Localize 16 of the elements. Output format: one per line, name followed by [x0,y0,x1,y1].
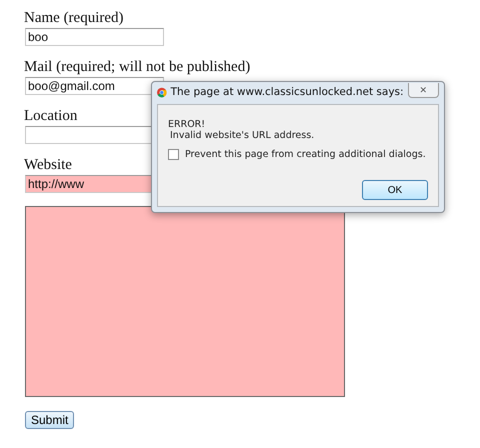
text-field[interactable]: boo [25,28,164,46]
text-field[interactable]: boo@gmail.com [25,77,164,95]
field-label: Website [24,157,72,173]
field-label: Name (required) [24,10,124,26]
field-label: Location [24,108,78,124]
ok-button[interactable]: OK [362,180,428,200]
checkbox-label: Prevent this page from creating additional dialogs. [185,149,426,160]
browser-logo-icon [157,86,167,98]
field-label: Mail (required; will not be published) [24,59,250,75]
comment-textarea[interactable] [25,206,345,397]
error-message: Invalid website's URL address. [170,130,316,141]
dialog-title: The page at www.classicsunlocked.net says: [170,86,404,98]
close-button[interactable]: ✕ [408,82,439,98]
error-title: ERROR! [168,119,206,130]
submit-button[interactable]: Submit [25,411,74,429]
checkbox[interactable] [168,149,179,160]
